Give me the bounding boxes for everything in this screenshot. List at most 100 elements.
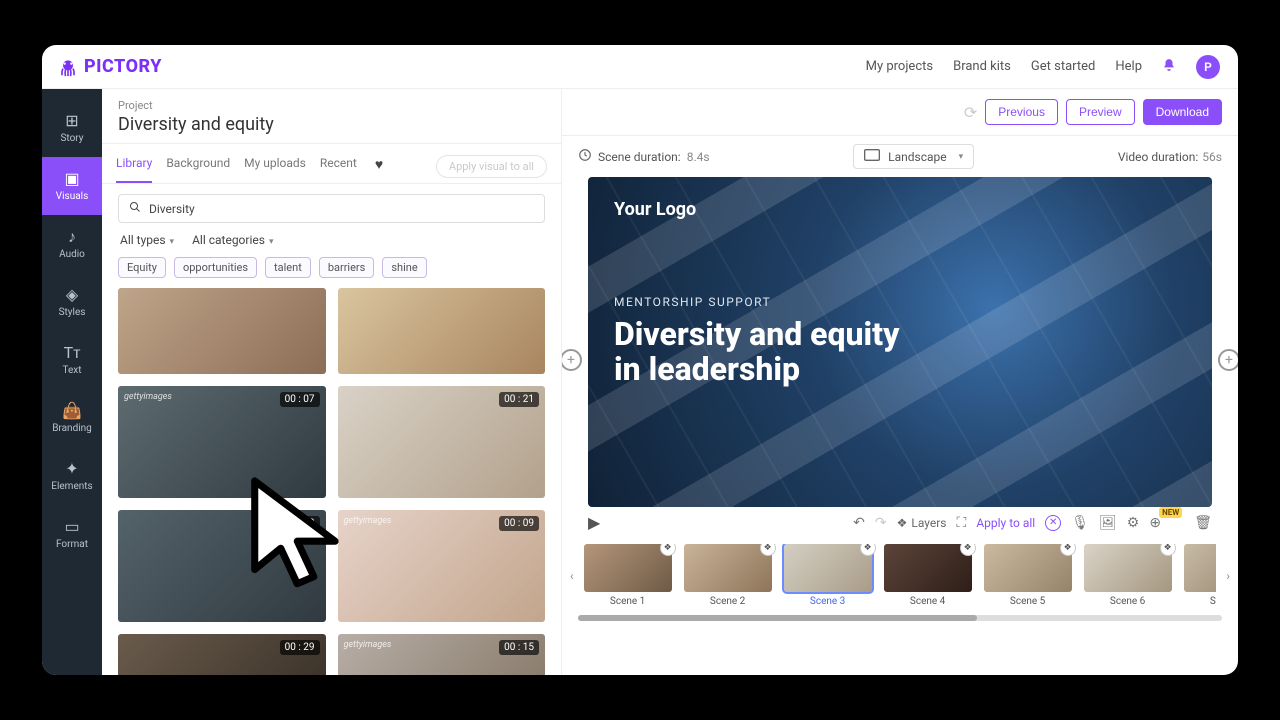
library-item[interactable] bbox=[118, 288, 326, 374]
layers-button[interactable]: ❖ Layers bbox=[897, 516, 947, 530]
link-icon[interactable]: 🖼 bbox=[1099, 515, 1117, 531]
clip-duration: 00 : 21 bbox=[499, 392, 539, 407]
preview-button[interactable]: Preview bbox=[1066, 99, 1135, 125]
timeline-next-icon[interactable]: › bbox=[1222, 569, 1234, 583]
scene-options-icon[interactable]: ❖ bbox=[660, 544, 676, 556]
scene-options-icon[interactable]: ❖ bbox=[960, 544, 976, 556]
scene-2[interactable]: ❖ Scene 2 bbox=[684, 544, 772, 607]
rail-label: Format bbox=[56, 539, 88, 550]
avatar[interactable]: P bbox=[1196, 55, 1220, 79]
library-item[interactable]: gettyimages 00 : 15 bbox=[338, 634, 546, 675]
story-icon: ⊞ bbox=[65, 113, 78, 129]
tab-recent[interactable]: Recent bbox=[320, 150, 357, 183]
tab-library[interactable]: Library bbox=[116, 150, 152, 183]
rail-elements[interactable]: ✦ Elements bbox=[42, 447, 102, 505]
scene-5[interactable]: ❖ Scene 5 bbox=[984, 544, 1072, 607]
tab-background[interactable]: Background bbox=[166, 150, 230, 183]
video-duration-label: Video duration: bbox=[1118, 150, 1198, 164]
add-scene-after-button[interactable]: + bbox=[1218, 349, 1238, 371]
rail-format[interactable]: ▭ Format bbox=[42, 505, 102, 563]
aspect-selector[interactable]: Landscape ▾ bbox=[853, 144, 974, 169]
project-header: Project Diversity and equity bbox=[102, 89, 561, 144]
filter-types[interactable]: All types▾ bbox=[120, 233, 174, 247]
add-scene-before-button[interactable]: + bbox=[562, 349, 582, 371]
text-icon: Tᴛ bbox=[64, 345, 81, 361]
styles-icon: ◈ bbox=[66, 287, 78, 303]
search-input[interactable]: Diversity bbox=[118, 194, 545, 223]
remove-apply-icon[interactable]: ✕ bbox=[1045, 515, 1061, 531]
undo-icon[interactable]: ↶ bbox=[853, 515, 865, 531]
editor-panel: ⟳ Previous Preview Download Scene durati… bbox=[562, 89, 1238, 675]
rail-branding[interactable]: 👜 Branding bbox=[42, 389, 102, 447]
stage-logo: Your Logo bbox=[614, 199, 696, 220]
scene-options-icon[interactable]: ❖ bbox=[1160, 544, 1176, 556]
scene-6[interactable]: ❖ Scene 6 bbox=[1084, 544, 1172, 607]
favorites-icon[interactable]: ♥ bbox=[371, 150, 387, 183]
chip-opportunities[interactable]: opportunities bbox=[174, 257, 257, 278]
delete-icon[interactable]: 🗑 bbox=[1194, 515, 1212, 531]
library-item[interactable] bbox=[338, 288, 546, 374]
new-badge: NEW bbox=[1159, 507, 1182, 518]
scene-3[interactable]: ❖ Scene 3 bbox=[784, 544, 872, 607]
clip-duration: 00 : 29 bbox=[280, 640, 320, 655]
timeline-prev-icon[interactable]: ‹ bbox=[566, 569, 578, 583]
scene-1[interactable]: ❖ Scene 1 bbox=[584, 544, 672, 607]
scene-7[interactable]: Scene 7 bbox=[1184, 544, 1217, 607]
nav-my-projects[interactable]: My projects bbox=[866, 59, 934, 74]
scene-label: Scene 7 bbox=[1184, 596, 1217, 607]
library-item[interactable]: 00 : 29 bbox=[118, 634, 326, 675]
scene-label: Scene 5 bbox=[984, 596, 1072, 607]
tab-my-uploads[interactable]: My uploads bbox=[244, 150, 306, 183]
rail-audio[interactable]: ♪ Audio bbox=[42, 215, 102, 273]
scene-label: Scene 4 bbox=[884, 596, 972, 607]
scene-thumb bbox=[884, 544, 972, 592]
chip-equity[interactable]: Equity bbox=[118, 257, 166, 278]
filter-categories[interactable]: All categories▾ bbox=[192, 233, 273, 247]
settings-icon[interactable]: ⚙ bbox=[1127, 515, 1140, 531]
redo-icon[interactable]: ↷ bbox=[875, 515, 887, 531]
notifications-icon[interactable] bbox=[1162, 58, 1176, 76]
previous-button[interactable]: Previous bbox=[985, 99, 1058, 125]
apply-to-all-button[interactable]: Apply to all bbox=[976, 516, 1035, 530]
library-item[interactable]: gettyimages 00 : 09 bbox=[338, 510, 546, 622]
library-scroll[interactable]: Diversity All types▾ All categories▾ Equ… bbox=[102, 184, 561, 675]
timeline-scrollbar[interactable] bbox=[578, 615, 1222, 621]
nav-help[interactable]: Help bbox=[1115, 59, 1142, 74]
chip-talent[interactable]: talent bbox=[265, 257, 311, 278]
play-button[interactable]: ▶ bbox=[588, 513, 600, 532]
rail-story[interactable]: ⊞ Story bbox=[42, 99, 102, 157]
scene-options-icon[interactable]: ❖ bbox=[760, 544, 776, 556]
library-tabs-row: Library Background My uploads Recent ♥ A… bbox=[102, 144, 561, 184]
scene-4[interactable]: ❖ Scene 4 bbox=[884, 544, 972, 607]
chip-shine[interactable]: shine bbox=[382, 257, 426, 278]
rail-text[interactable]: Tᴛ Text bbox=[42, 331, 102, 389]
stage-title: Diversity and equityin leadership bbox=[614, 317, 899, 387]
mic-icon[interactable]: 🎙 bbox=[1071, 515, 1089, 531]
nav-get-started[interactable]: Get started bbox=[1031, 59, 1095, 74]
brand[interactable]: PICTORY bbox=[58, 56, 162, 77]
audio-icon: ♪ bbox=[68, 229, 76, 245]
library-item[interactable]: 00 : 18 bbox=[118, 510, 326, 622]
rail-label: Audio bbox=[59, 249, 85, 260]
crop-icon[interactable]: ⛶ bbox=[957, 515, 967, 531]
sync-icon[interactable]: ⟳ bbox=[964, 103, 977, 122]
scene-thumb bbox=[584, 544, 672, 592]
nav-brand-kits[interactable]: Brand kits bbox=[953, 59, 1011, 74]
video-stage[interactable]: Your Logo MENTORSHIP SUPPORT Diversity a… bbox=[588, 177, 1212, 507]
chip-barriers[interactable]: barriers bbox=[319, 257, 375, 278]
scene-options-icon[interactable]: ❖ bbox=[1060, 544, 1076, 556]
scene-options-icon[interactable]: ❖ bbox=[860, 544, 876, 556]
scene-thumb bbox=[1184, 544, 1217, 592]
branding-icon: 👜 bbox=[62, 403, 82, 419]
scene-label: Scene 1 bbox=[584, 596, 672, 607]
download-button[interactable]: Download bbox=[1143, 99, 1222, 125]
layers-icon: ❖ bbox=[897, 516, 908, 530]
rail-label: Styles bbox=[59, 307, 86, 318]
library-item[interactable]: gettyimages 00 : 07 bbox=[118, 386, 326, 498]
search-icon bbox=[129, 201, 141, 216]
library-item[interactable]: 00 : 21 bbox=[338, 386, 546, 498]
top-header: PICTORY My projects Brand kits Get start… bbox=[42, 45, 1238, 89]
rail-styles[interactable]: ◈ Styles bbox=[42, 273, 102, 331]
rail-visuals[interactable]: ▣ Visuals bbox=[42, 157, 102, 215]
apply-visual-to-all-button[interactable]: Apply visual to all bbox=[436, 155, 547, 178]
